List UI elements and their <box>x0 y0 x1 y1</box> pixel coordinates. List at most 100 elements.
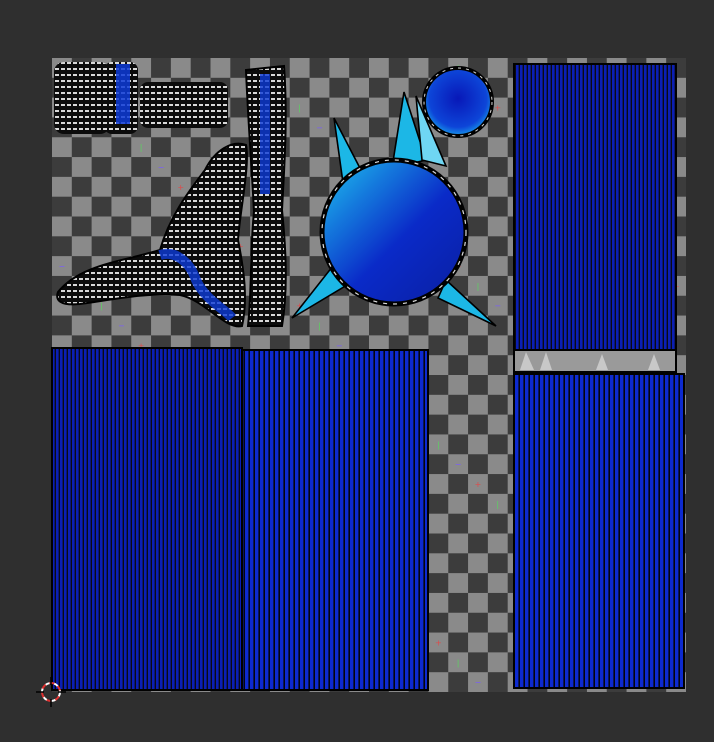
checker-cell <box>388 58 409 78</box>
checker-cell <box>428 652 449 673</box>
checker-cell <box>468 375 488 395</box>
checker-marker: + <box>177 183 184 192</box>
checker-cell <box>369 77 389 98</box>
checker-marker: | <box>457 658 460 667</box>
checker-cell <box>448 632 469 653</box>
checker-cell <box>487 355 508 375</box>
checker-cell <box>289 157 310 177</box>
checker-cell <box>408 315 429 336</box>
checker-marker: − <box>455 460 462 469</box>
checker-cell <box>468 533 488 554</box>
checker-cell <box>131 315 152 336</box>
checker-cell <box>309 176 330 197</box>
checker-cell <box>448 315 469 336</box>
checker-cell <box>289 275 310 296</box>
checker-marker: − <box>336 341 343 350</box>
checker-cell <box>170 157 191 177</box>
checker-cell <box>487 236 508 257</box>
checker-marker: | <box>437 440 440 449</box>
checker-cell <box>71 176 92 197</box>
checker-cell <box>151 137 171 158</box>
checker-marker: − <box>158 163 165 172</box>
checker-cell <box>468 137 488 158</box>
checker-cell <box>91 157 112 177</box>
checker-cell <box>428 414 449 435</box>
checker-cell <box>309 58 330 78</box>
checker-cell <box>349 58 369 78</box>
checker-cell <box>309 97 330 118</box>
checker-cell <box>428 573 449 593</box>
checker-cell <box>468 573 488 593</box>
checker-cell <box>487 117 508 138</box>
checker-cell <box>289 236 310 257</box>
checker-cell <box>52 236 72 257</box>
checker-marker: | <box>298 104 301 113</box>
checker-cell <box>487 196 508 217</box>
checker-cell <box>329 77 350 98</box>
checker-cell <box>428 612 449 633</box>
checker-cell <box>428 454 449 475</box>
checker-cell <box>289 117 310 138</box>
checker-cell <box>91 196 112 217</box>
checker-cell <box>487 157 508 177</box>
checker-cell <box>487 394 508 415</box>
checker-cell <box>111 176 132 197</box>
checker-cell <box>468 493 488 514</box>
uv-canvas[interactable]: +−|+|+−|−|++−||+−−|++−||+−−|++−|−|+−+−|+… <box>0 0 714 742</box>
checker-cell <box>91 236 112 257</box>
checker-cell <box>468 652 488 673</box>
checker-cell <box>487 275 508 296</box>
checker-cell <box>448 157 469 177</box>
checker-marker: − <box>59 262 66 271</box>
checker-cell <box>111 216 132 237</box>
checker-cell <box>369 315 389 336</box>
checker-marker: − <box>494 302 501 311</box>
uv-island-hair-strip-right-bottom[interactable] <box>513 373 685 689</box>
checker-cell <box>91 315 112 336</box>
checker-marker: − <box>316 123 323 132</box>
checker-cell <box>428 493 449 514</box>
checker-cell <box>151 58 171 78</box>
checker-cell <box>289 77 310 98</box>
checker-cell <box>428 335 449 356</box>
checker-marker: − <box>475 678 482 687</box>
uv-island-hair-strip-bottom-left[interactable] <box>51 347 243 691</box>
checker-cell <box>309 137 330 158</box>
checker-cell <box>448 553 469 574</box>
checker-cell <box>468 335 488 356</box>
checker-cell <box>448 474 469 494</box>
checker-cell <box>190 137 211 158</box>
checker-cell <box>468 454 488 475</box>
checker-cell <box>448 672 469 692</box>
checker-marker: | <box>477 282 480 291</box>
uv-island-eye[interactable] <box>422 66 494 138</box>
checker-cell <box>349 97 369 118</box>
uv-island-hair-strip-right-top[interactable] <box>513 63 677 373</box>
uv-island-hair-strip-bottom-middle[interactable] <box>241 349 429 691</box>
checker-cell <box>52 196 72 217</box>
checker-cell <box>487 553 508 574</box>
checker-cell <box>487 592 508 613</box>
checker-cell <box>468 612 488 633</box>
checker-cell <box>468 256 488 276</box>
checker-marker: + <box>435 638 442 647</box>
checker-cell <box>448 592 469 613</box>
checker-cell <box>448 513 469 534</box>
checker-marker: + <box>475 480 482 489</box>
checker-cell <box>369 117 389 138</box>
checker-cell <box>131 157 152 177</box>
checker-cell <box>52 157 72 177</box>
checker-cell <box>448 355 469 375</box>
checker-cell <box>487 672 508 692</box>
checker-cell <box>448 434 469 455</box>
checker-cell <box>487 632 508 653</box>
checker-marker: | <box>318 321 321 330</box>
checker-cell <box>151 176 171 197</box>
uv-editor-viewport[interactable]: +−|+|+−|−|++−||+−−|++−||+−−|++−|−|+−+−|+… <box>0 0 714 742</box>
checker-marker: − <box>118 321 125 330</box>
checker-cell <box>468 216 488 237</box>
checker-cell <box>131 196 152 217</box>
checker-cell <box>71 216 92 237</box>
checker-cell <box>448 394 469 415</box>
checker-cell <box>71 137 92 158</box>
